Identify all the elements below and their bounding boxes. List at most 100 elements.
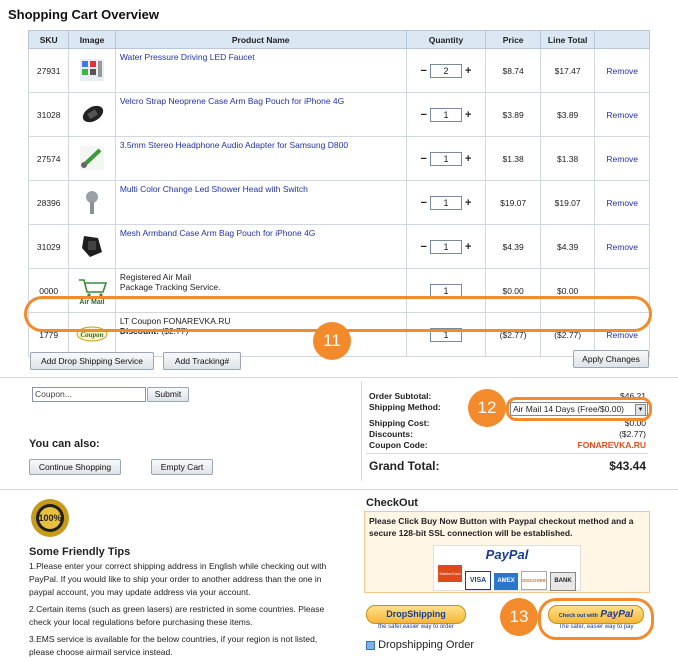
coupon-submit-button[interactable]: Submit xyxy=(147,387,189,402)
line-total-cell: $3.89 xyxy=(539,92,596,137)
price-cell: $8.74 xyxy=(485,48,541,93)
plus-button[interactable]: + xyxy=(465,197,471,209)
product-thumbnail[interactable] xyxy=(68,224,116,269)
badge-text: 100% xyxy=(38,513,61,523)
sku-cell: 31029 xyxy=(27,224,70,269)
line-total-cell: $19.07 xyxy=(539,180,596,225)
product-thumbnail[interactable] xyxy=(68,136,116,181)
product-link[interactable]: Multi Color Change Led Shower Head with … xyxy=(120,184,308,194)
visa-icon: VISA xyxy=(465,571,491,590)
product-name-cell: Multi Color Change Led Shower Head with … xyxy=(114,180,407,225)
paypal-logo: PayPal xyxy=(485,547,529,562)
annotation-marker-11: 11 xyxy=(313,322,351,360)
minus-button[interactable]: − xyxy=(421,197,427,209)
minus-button[interactable]: − xyxy=(421,153,427,165)
apply-changes-button[interactable]: Apply Changes xyxy=(573,350,649,368)
quantity-input[interactable]: 1 xyxy=(429,151,462,166)
sku-cell: 27931 xyxy=(27,48,70,93)
minus-button[interactable]: − xyxy=(421,109,427,121)
dropshipping-button[interactable]: DropShipping the safer,easier way to ord… xyxy=(366,605,466,635)
product-name-cell: Water Pressure Driving LED Faucet xyxy=(114,48,407,93)
coupon-input[interactable]: Coupon... xyxy=(32,387,146,402)
tip-1: 1.Please enter your correct shipping add… xyxy=(29,561,327,597)
divider xyxy=(0,377,678,378)
product-name-cell: Velcro Strap Neoprene Case Arm Bag Pouch… xyxy=(114,92,407,137)
plus-button[interactable]: + xyxy=(465,241,471,253)
quantity-input[interactable]: 2 xyxy=(429,63,462,78)
add-tracking-button[interactable]: Add Tracking# xyxy=(163,352,241,370)
remove-link[interactable]: Remove xyxy=(594,92,650,137)
summary-left-border xyxy=(361,381,362,481)
minus-button[interactable]: − xyxy=(421,65,427,77)
plus-button[interactable]: + xyxy=(465,153,471,165)
col-image: Image xyxy=(68,30,116,49)
remove-link[interactable]: Remove xyxy=(594,48,650,93)
line-total-cell: $4.39 xyxy=(539,224,596,269)
shipping-cost-label: Shipping Cost: xyxy=(369,418,430,428)
checkout-heading: CheckOut xyxy=(366,497,418,509)
add-drop-shipping-button[interactable]: Add Drop Shipping Service xyxy=(30,352,154,370)
line-total-cell: $17.47 xyxy=(539,48,596,93)
paypal-cards-logo: PayPal MasterCardVISA AMEX DISCOVER BANK xyxy=(433,545,581,591)
plus-button[interactable]: + xyxy=(465,109,471,121)
dropshipping-button-label: DropShipping xyxy=(366,605,466,624)
plus-button[interactable]: + xyxy=(465,65,471,77)
summary-divider xyxy=(366,453,648,454)
minus-button[interactable]: − xyxy=(421,241,427,253)
price-cell: $3.89 xyxy=(485,92,541,137)
product-link[interactable]: 3.5mm Stereo Headphone Audio Adapter for… xyxy=(120,140,348,150)
col-line-total: Line Total xyxy=(539,30,596,49)
dropshipping-order-link[interactable]: Dropshipping Order xyxy=(366,639,474,651)
product-thumbnail[interactable] xyxy=(68,92,116,137)
col-sku: SKU xyxy=(27,30,70,49)
mastercard-icon: MasterCard xyxy=(438,565,462,582)
product-thumbnail[interactable] xyxy=(68,180,116,225)
price-cell: $1.38 xyxy=(485,136,541,181)
checkout-notice: Please Click Buy Now Button with Paypal … xyxy=(369,516,634,538)
quantity-stepper: −1 + xyxy=(405,224,487,269)
tips-heading: Some Friendly Tips xyxy=(29,546,131,558)
col-actions xyxy=(594,30,650,49)
remove-link[interactable]: Remove xyxy=(594,224,650,269)
table-row: 27574 3.5mm Stereo Headphone Audio Adapt… xyxy=(27,136,650,181)
discover-icon: DISCOVER xyxy=(521,571,547,590)
discounts-label: Discounts: xyxy=(369,429,413,439)
page-title: Shopping Cart Overview xyxy=(8,7,159,22)
grand-total-label: Grand Total: xyxy=(369,459,440,473)
bank-icon: BANK xyxy=(550,572,576,591)
subtotal-label: Order Subtotal: xyxy=(369,391,432,401)
product-link[interactable]: Mesh Armband Case Arm Bag Pouch for iPho… xyxy=(120,228,316,238)
product-thumbnail[interactable] xyxy=(68,48,116,93)
quantity-input[interactable]: 1 xyxy=(429,195,462,210)
remove-link[interactable]: Remove xyxy=(594,136,650,181)
quantity-stepper: −1 + xyxy=(405,136,487,181)
col-quantity: Quantity xyxy=(405,30,487,49)
product-link[interactable]: Water Pressure Driving LED Faucet xyxy=(120,52,255,62)
quantity-input[interactable]: 1 xyxy=(429,107,462,122)
remove-link[interactable]: Remove xyxy=(594,180,650,225)
divider xyxy=(0,489,678,490)
product-name-cell: Mesh Armband Case Arm Bag Pouch for iPho… xyxy=(114,224,407,269)
sku-cell: 31028 xyxy=(27,92,70,137)
continue-shopping-button[interactable]: Continue Shopping xyxy=(29,459,121,475)
sku-cell: 27574 xyxy=(27,136,70,181)
annotation-marker-12: 12 xyxy=(468,389,506,427)
table-row: 28396 Multi Color Change Led Shower Head… xyxy=(27,180,650,225)
product-link[interactable]: Velcro Strap Neoprene Case Arm Bag Pouch… xyxy=(120,96,344,106)
dropshipping-tagline: the safer,easier way to order xyxy=(378,624,454,630)
table-row: 27931 Water Pressure Driving LED Faucet … xyxy=(27,48,650,93)
product-name-cell: 3.5mm Stereo Headphone Audio Adapter for… xyxy=(114,136,407,181)
empty-cart-button[interactable]: Empty Cart xyxy=(151,459,213,475)
table-row: 31028 Velcro Strap Neoprene Case Arm Bag… xyxy=(27,92,650,137)
table-header: SKU Image Product Name Quantity Price Li… xyxy=(27,30,650,49)
service-desc: Package Tracking Service. xyxy=(119,282,221,292)
you-can-also-heading: You can also: xyxy=(29,438,100,450)
coupon-code-value: FONAREVKA.RU xyxy=(577,440,646,450)
annotation-marker-13: 13 xyxy=(500,598,538,636)
quantity-input[interactable]: 1 xyxy=(429,239,462,254)
coupon-code-label: Coupon Code: xyxy=(369,440,428,450)
price-cell: $4.39 xyxy=(485,224,541,269)
amex-icon: AMEX xyxy=(494,573,518,590)
price-cell: $19.07 xyxy=(485,180,541,225)
col-product-name: Product Name xyxy=(114,30,407,49)
